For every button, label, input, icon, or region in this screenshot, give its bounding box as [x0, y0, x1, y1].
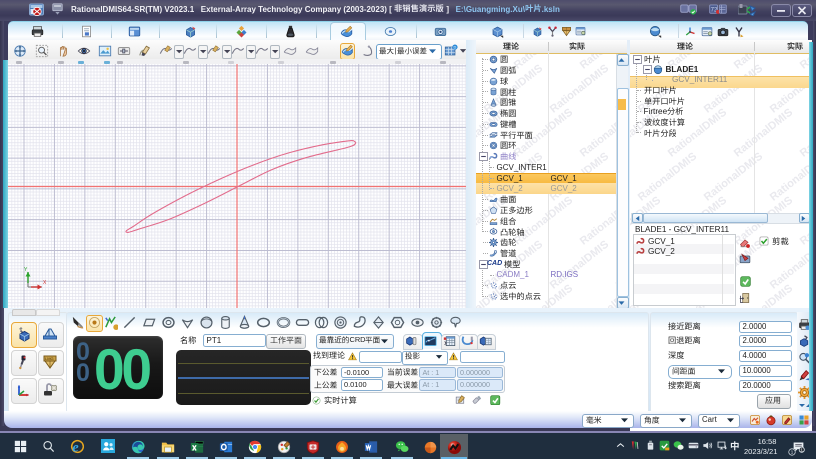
- svg-text:1: 1: [800, 448, 803, 453]
- svg-text:1: 1: [791, 450, 794, 455]
- svg-text:e: e: [72, 440, 78, 454]
- svg-text:LMG: LMG: [45, 356, 54, 361]
